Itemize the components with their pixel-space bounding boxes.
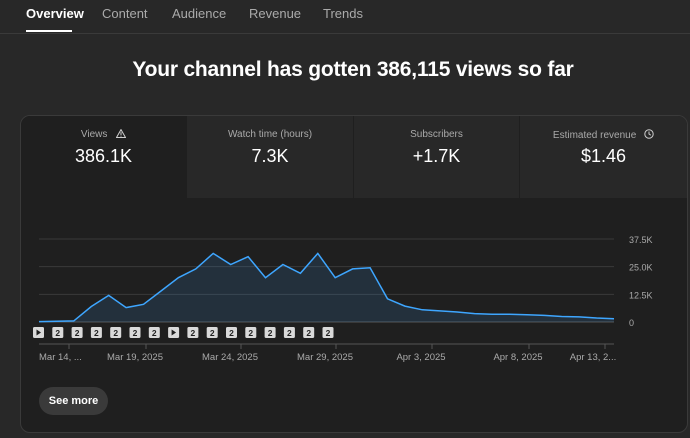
play-marker: [33, 327, 44, 338]
badge-count: 2: [229, 328, 234, 338]
count-badge: 2: [148, 327, 160, 338]
count-badge: 2: [187, 327, 199, 338]
badge-count: 2: [133, 328, 138, 338]
badge-count: 2: [113, 328, 118, 338]
count-badge: 2: [71, 327, 83, 338]
badge-count: 2: [306, 328, 311, 338]
y-tick-label: 12.5K: [629, 290, 653, 300]
count-badge: 2: [322, 327, 334, 338]
count-badge: 2: [129, 327, 141, 338]
tab-revenue[interactable]: Revenue: [249, 6, 301, 21]
badge-count: 2: [152, 328, 157, 338]
tab-trends[interactable]: Trends: [323, 6, 363, 21]
badge-count: 2: [75, 328, 80, 338]
count-badge: 2: [52, 327, 64, 338]
count-badge: 2: [226, 327, 237, 338]
analytics-card: Views 386.1K Watch time (hours) 7.3K Sub…: [20, 115, 688, 433]
x-tick-label: Apr 13, 2...: [570, 352, 616, 363]
badge-count: 2: [326, 328, 331, 338]
x-tick-label: Mar 19, 2025: [107, 352, 163, 363]
count-badge: 2: [206, 327, 218, 338]
count-badge: 2: [245, 327, 257, 338]
tab-overview[interactable]: Overview: [26, 6, 84, 21]
badge-count: 2: [210, 328, 215, 338]
page-headline: Your channel has gotten 386,115 views so…: [132, 58, 574, 81]
count-badge: 2: [264, 327, 276, 338]
x-tick-label: Apr 8, 2025: [493, 352, 542, 363]
x-tick-label: Apr 3, 2025: [396, 352, 445, 363]
active-tab-indicator: [26, 30, 72, 32]
badge-count: 2: [287, 328, 292, 338]
views-chart: 37.5K 25.0K 12.5K 0 2 2 2 2 2 2 2 2 2 2 2 2 2 2 Mar 14, …: [33, 235, 653, 363]
tab-audience[interactable]: Audience: [172, 6, 226, 21]
count-badge: 2: [283, 327, 295, 338]
x-tick-label: Mar 29, 2025: [297, 352, 353, 363]
tab-content[interactable]: Content: [102, 6, 148, 21]
tab-bar: Overview Content Audience Revenue Trends: [0, 0, 690, 34]
badge-count: 2: [191, 328, 196, 338]
count-badge: 2: [303, 327, 315, 338]
badge-count: 2: [94, 328, 99, 338]
count-badge: 2: [90, 327, 102, 338]
x-tick-label: Mar 14, ...: [39, 352, 82, 363]
see-more-button[interactable]: See more: [39, 387, 108, 415]
play-marker: [168, 327, 180, 338]
badge-count: 2: [248, 328, 253, 338]
x-tick-label: Mar 24, 2025: [202, 352, 258, 363]
y-tick-label: 37.5K: [629, 235, 653, 245]
chart-area-fill: [39, 253, 614, 322]
badge-count: 2: [55, 328, 60, 338]
count-badge: 2: [110, 327, 122, 338]
y-tick-label: 25.0K: [629, 263, 653, 273]
badge-count: 2: [268, 328, 273, 338]
y-tick-label: 0: [629, 318, 634, 328]
